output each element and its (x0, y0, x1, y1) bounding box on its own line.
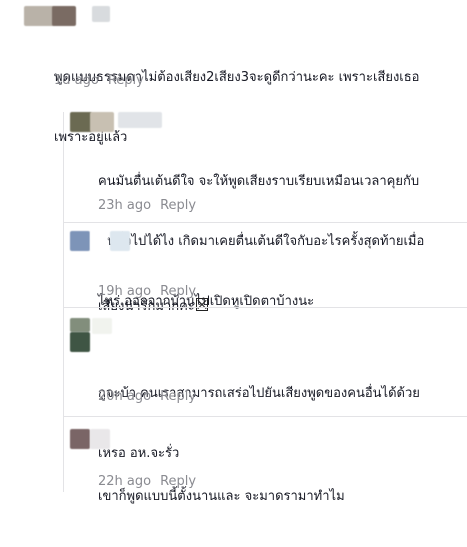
comment-1: พูดแบบธรรมดาไม่ต้องเสียง2เสียง3จะดูดีกว่… (0, 0, 467, 145)
avatar-block-3 (92, 318, 112, 334)
reply-button[interactable]: Reply (160, 284, 196, 299)
avatar-block-2 (90, 429, 110, 449)
comment-meta: 20h ago Reply (98, 389, 196, 405)
avatar-block-3 (110, 231, 130, 251)
avatar-block-2 (90, 231, 108, 251)
avatar-block-1 (24, 6, 54, 26)
avatar-block-1 (70, 112, 92, 132)
avatar-block-2 (52, 6, 76, 26)
timestamp: 23h ago (98, 198, 152, 213)
comment-2: คนมันตื่นเต้นดีใจ จะให้พูดเสียงราบเรียบเ… (0, 98, 467, 309)
comment-text-line: เขาก็พูดแบบนี้ตั้งนานและ จะมาดรามาทำไม (98, 489, 345, 504)
reply-button[interactable]: Reply (160, 474, 196, 489)
reply-button[interactable]: Reply (108, 73, 144, 88)
avatar-block-1 (70, 318, 90, 332)
avatar-block-2 (90, 112, 114, 132)
avatar[interactable] (24, 6, 114, 26)
comment-text: เขาก็พูดแบบนี้ตั้งนานและ จะมาดรามาทำไม (98, 447, 345, 547)
timestamp: 22h ago (98, 474, 152, 489)
timestamp: 1d ago (54, 73, 99, 88)
reply-button[interactable]: Reply (160, 389, 196, 404)
avatar[interactable] (70, 429, 130, 449)
reply-button[interactable]: Reply (160, 198, 196, 213)
timestamp: 20h ago (98, 389, 152, 404)
comment-meta: 22h ago Reply (98, 474, 196, 490)
comment-text-line: คนมันตื่นเต้นดีใจ จะให้พูดเสียงราบเรียบเ… (98, 174, 420, 189)
comment-4: กูจะบ้า คนเราสามารถเสร่อไปยันเสียงพูดของ… (0, 308, 467, 461)
comment-meta: 19h ago Reply (98, 284, 196, 300)
avatar-block-3 (92, 6, 110, 22)
timestamp: 19h ago (98, 284, 152, 299)
comment-meta: 23h ago Reply (98, 198, 196, 214)
avatar-block-1 (70, 429, 90, 449)
avatar-block-1 (70, 231, 90, 251)
comment-3: เสียงน่ารักมากคะ 19h ago Reply (0, 223, 467, 314)
avatar[interactable] (70, 231, 140, 251)
avatar[interactable] (70, 112, 170, 132)
comment-5: เขาก็พูดแบบนี้ตั้งนานและ จะมาดรามาทำไม 2… (0, 417, 467, 504)
avatar-block-2 (70, 332, 90, 352)
avatar-block-3 (118, 112, 162, 128)
comment-meta: 1d ago Reply (54, 73, 144, 89)
